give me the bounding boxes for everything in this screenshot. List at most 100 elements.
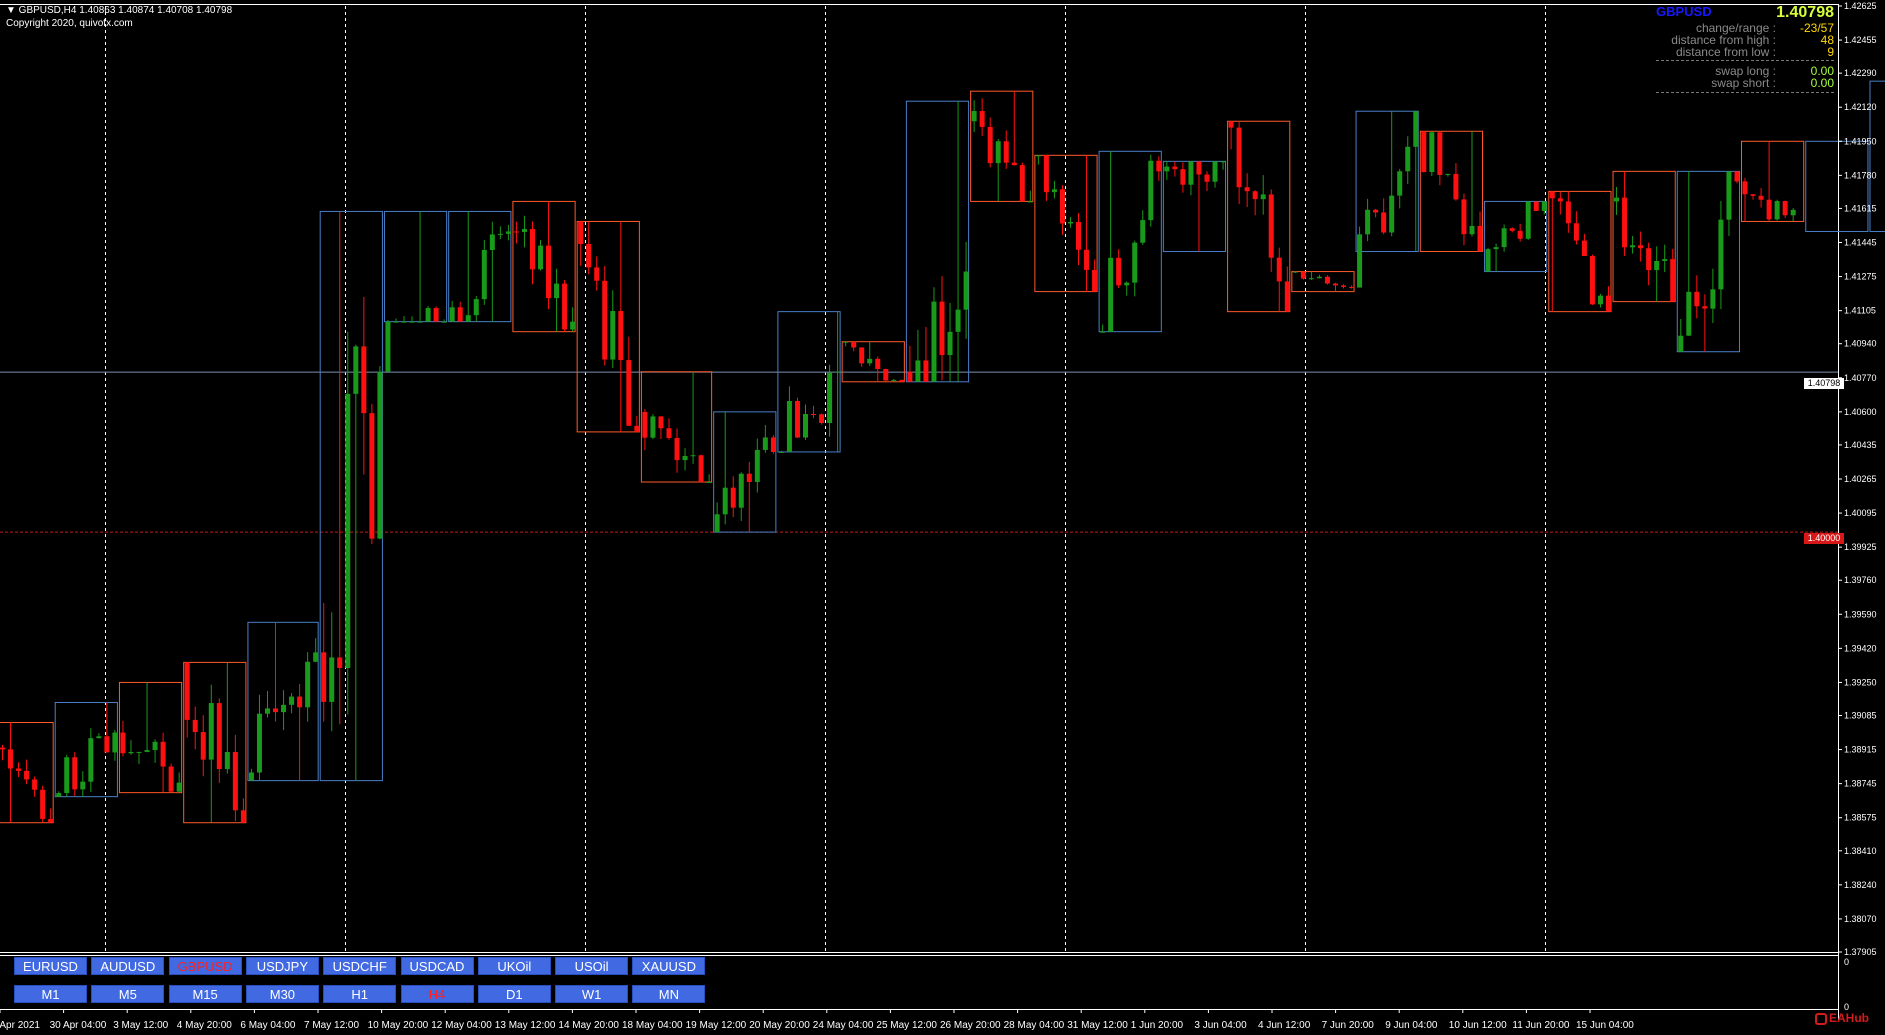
price-tick-label: 1.39420	[1844, 643, 1877, 653]
candle-body	[762, 437, 768, 450]
time-tick-label: 26 May 20:00	[940, 1020, 1001, 1031]
candle-body	[963, 271, 969, 310]
symbol-usdcad-button[interactable]: USDCAD	[400, 957, 474, 975]
candle-body	[417, 321, 423, 323]
time-tick-label: 3 May 12:00	[113, 1020, 168, 1031]
candle-body	[730, 487, 736, 508]
candle-body	[1164, 166, 1170, 172]
price-tick-label: 1.40265	[1844, 474, 1877, 484]
candle-body	[489, 234, 495, 251]
price-tick-label: 1.39590	[1844, 609, 1877, 619]
candle-body	[497, 233, 503, 235]
candle-body	[104, 736, 110, 753]
candle-body	[835, 371, 841, 373]
candle-body	[176, 782, 182, 792]
candle-body	[538, 245, 544, 270]
timeframe-d1-button[interactable]: D1	[477, 985, 551, 1003]
candle-body	[1437, 132, 1443, 175]
candle-body	[481, 250, 487, 300]
candle-body	[1373, 209, 1379, 213]
candle-body	[1035, 155, 1041, 157]
time-tick-label: 12 May 04:00	[431, 1020, 492, 1031]
symbol-usoil-button[interactable]: USOil	[555, 957, 629, 975]
candle-body	[1581, 240, 1587, 256]
candle-body	[1051, 189, 1057, 193]
candle-body	[634, 425, 640, 432]
price-tick-label: 1.41780	[1844, 170, 1877, 180]
price-tick-label: 1.40600	[1844, 407, 1877, 417]
candle-body	[1638, 245, 1644, 249]
symbol-usdchf-button[interactable]: USDCHF	[323, 957, 397, 975]
price-tick-label: 1.39085	[1844, 711, 1877, 721]
info-price: 1.40798	[1776, 4, 1834, 21]
candle-body	[1172, 166, 1178, 170]
candle-body	[827, 372, 833, 424]
timeframe-mn-button[interactable]: MN	[632, 985, 706, 1003]
candle-body	[521, 228, 527, 232]
timeframe-h4-button[interactable]: H4	[400, 985, 474, 1003]
candle-body	[618, 311, 624, 361]
timeframe-h1-button[interactable]: H1	[323, 985, 397, 1003]
time-tick-label: 13 May 12:00	[495, 1020, 556, 1031]
candle-body	[1589, 255, 1595, 305]
timeframe-m5-button[interactable]: M5	[91, 985, 165, 1003]
candle-body	[1180, 169, 1186, 185]
candle-body	[1196, 161, 1202, 175]
candle-body	[1292, 271, 1298, 273]
info-row-value: 0.00	[1810, 76, 1834, 90]
candle-body	[305, 661, 311, 708]
candle-body	[610, 311, 616, 360]
candle-body	[1485, 249, 1491, 272]
candle-body	[1300, 271, 1306, 279]
current-price-tag: 1.40798	[1804, 378, 1844, 389]
candle-body	[184, 662, 190, 720]
price-chart[interactable]: 1.42625 1.42455 1.42290 1.42120 1.41950 1.417…	[0, 0, 1885, 1035]
candle-body	[843, 341, 849, 343]
price-tick-label: 1.38410	[1844, 846, 1877, 856]
candle-body	[770, 437, 776, 452]
candle-body	[1140, 220, 1146, 243]
candle-body	[1790, 209, 1796, 216]
price-tick-label: 1.38915	[1844, 745, 1877, 755]
timeframe-m1-button[interactable]: M1	[14, 985, 87, 1003]
candle-body	[1766, 199, 1772, 220]
candle-body	[1349, 286, 1355, 288]
candle-body	[393, 321, 399, 323]
candle-body	[297, 696, 303, 708]
candle-body	[1019, 165, 1025, 202]
candle-body	[1188, 161, 1194, 185]
time-tick-label: 30 Apr 04:00	[50, 1020, 107, 1031]
price-tick-label: 1.40095	[1844, 508, 1877, 518]
timeframe-m30-button[interactable]: M30	[245, 985, 319, 1003]
candle-body	[1116, 257, 1122, 286]
symbol-eurusd-button[interactable]: EURUSD	[14, 957, 87, 975]
price-axis: 1.42625 1.42455 1.42290 1.42120 1.41950 1.417…	[1838, 1, 1877, 1012]
candle-body	[56, 793, 62, 797]
candle-body	[273, 708, 279, 713]
info-row-value: 48	[1820, 33, 1834, 47]
symbol-ukoil-button[interactable]: UKOil	[477, 957, 551, 975]
candle-body	[883, 369, 889, 381]
candle-body	[1750, 194, 1756, 196]
candle-body	[1260, 194, 1266, 200]
symbol-audusd-button[interactable]: AUDUSD	[91, 957, 165, 975]
candle-body	[1702, 306, 1708, 309]
candle-body	[1509, 228, 1515, 231]
candle-body	[915, 360, 921, 382]
timeframe-m15-button[interactable]: M15	[168, 985, 242, 1003]
symbol-usdjpy-button[interactable]: USDJPY	[245, 957, 319, 975]
candle-body	[1541, 201, 1547, 211]
candle-body	[714, 514, 720, 533]
candle-body	[144, 750, 150, 752]
timeframe-w1-button[interactable]: W1	[555, 985, 629, 1003]
candle-body	[152, 741, 158, 751]
symbol-gbpusd-button[interactable]: GBPUSD	[168, 957, 242, 975]
candle-body	[1316, 276, 1322, 279]
candle-body	[112, 732, 118, 753]
candle-body	[409, 321, 415, 323]
candle-body	[313, 652, 319, 662]
symbol-xauusd-button[interactable]: XAUUSD	[632, 957, 706, 975]
candle-body	[1662, 259, 1668, 261]
candlesticks	[0, 91, 1796, 823]
candle-body	[136, 751, 142, 753]
